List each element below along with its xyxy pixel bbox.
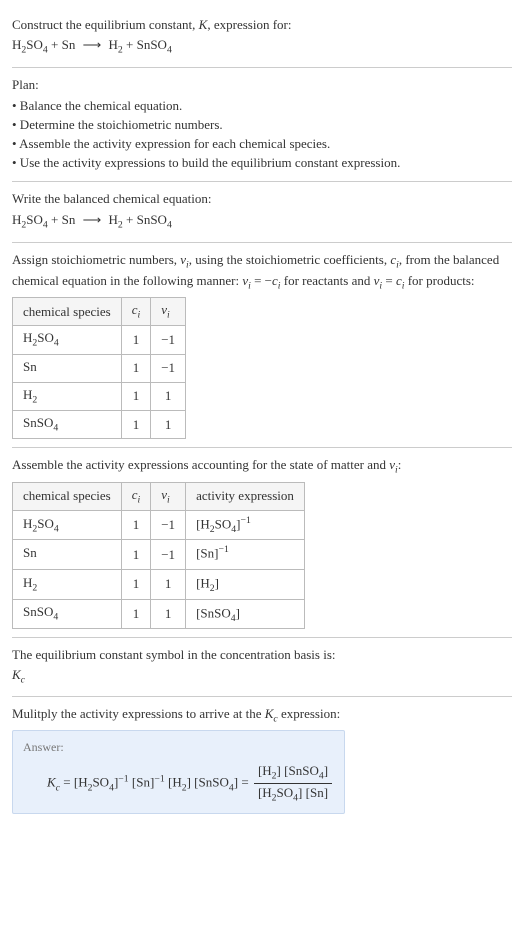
stoich-table: chemical species ci νi H2SO4 1 −1 Sn 1 −… xyxy=(12,297,186,439)
nui-cell: −1 xyxy=(151,326,186,354)
stoich-heading: Assign stoichiometric numbers, νi, using… xyxy=(12,251,512,293)
nui-cell: 1 xyxy=(151,570,186,600)
activity-cell: [H2SO4]−1 xyxy=(186,510,305,540)
nui-cell: −1 xyxy=(151,354,186,382)
reactant-1: H2SO4 xyxy=(12,212,48,227)
species-cell: H2SO4 xyxy=(13,510,122,540)
activity-cell: [H2] xyxy=(186,570,305,600)
product-2: SnSO4 xyxy=(137,37,172,52)
ci-cell: 1 xyxy=(121,599,151,629)
plus-1: + xyxy=(51,37,58,52)
balanced-equation: H2SO4 + Sn ⟶ H2 + SnSO4 xyxy=(12,211,512,232)
plan-bullet-1: • Balance the chemical equation. xyxy=(12,97,512,115)
reactant-2: Sn xyxy=(62,37,76,52)
table-row: H2SO4 1 −1 [H2SO4]−1 xyxy=(13,510,305,540)
nui-cell: 1 xyxy=(151,382,186,410)
col-ci: ci xyxy=(121,482,151,510)
ci-cell: 1 xyxy=(121,354,151,382)
prompt-section: Construct the equilibrium constant, K, e… xyxy=(12,8,512,68)
ci-cell: 1 xyxy=(121,411,151,439)
table-row: H2SO4 1 −1 xyxy=(13,326,186,354)
answer-box: Answer: Kc = [H2SO4]−1 [Sn]−1 [H2] [SnSO… xyxy=(12,730,345,814)
prompt-part-a: Construct the equilibrium constant, xyxy=(12,17,199,32)
table-header-row: chemical species ci νi xyxy=(13,298,186,326)
col-ci: ci xyxy=(121,298,151,326)
col-species: chemical species xyxy=(13,298,122,326)
reactant-2: Sn xyxy=(62,212,76,227)
col-nui: νi xyxy=(151,482,186,510)
plus-2: + xyxy=(126,37,133,52)
table-row: Sn 1 −1 xyxy=(13,354,186,382)
plus-1: + xyxy=(51,212,58,227)
stoich-section: Assign stoichiometric numbers, νi, using… xyxy=(12,243,512,449)
answer-section: Mulitply the activity expressions to arr… xyxy=(12,697,512,823)
activity-cell: [SnSO4] xyxy=(186,599,305,629)
activity-heading: Assemble the activity expressions accoun… xyxy=(12,456,512,477)
answer-label: Answer: xyxy=(23,739,334,756)
activity-section: Assemble the activity expressions accoun… xyxy=(12,448,512,638)
table-row: SnSO4 1 1 xyxy=(13,411,186,439)
species-cell: SnSO4 xyxy=(13,599,122,629)
ci-cell: 1 xyxy=(121,382,151,410)
reaction-arrow: ⟶ xyxy=(83,212,102,227)
activity-cell: [Sn]−1 xyxy=(186,540,305,570)
ci-cell: 1 xyxy=(121,540,151,570)
species-cell: Sn xyxy=(13,540,122,570)
kc-expression: Kc = [H2SO4]−1 [Sn]−1 [H2] [SnSO4] = [H2… xyxy=(23,762,334,805)
col-activity: activity expression xyxy=(186,482,305,510)
plan-bullets: • Balance the chemical equation. • Deter… xyxy=(12,97,512,173)
numerator: [H2] [SnSO4] xyxy=(254,762,332,784)
product-1: H2 xyxy=(108,37,122,52)
species-cell: H2 xyxy=(13,570,122,600)
table-header-row: chemical species ci νi activity expressi… xyxy=(13,482,305,510)
species-cell: H2 xyxy=(13,382,122,410)
table-row: H2 1 1 xyxy=(13,382,186,410)
nui-cell: 1 xyxy=(151,599,186,629)
table-row: Sn 1 −1 [Sn]−1 xyxy=(13,540,305,570)
unbalanced-equation: H2SO4 + Sn ⟶ H2 + SnSO4 xyxy=(12,36,512,57)
table-row: H2 1 1 [H2] xyxy=(13,570,305,600)
fraction: [H2] [SnSO4][H2SO4] [Sn] xyxy=(254,762,332,805)
balanced-section: Write the balanced chemical equation: H2… xyxy=(12,182,512,242)
prompt-part-b: , expression for: xyxy=(207,17,291,32)
denominator: [H2SO4] [Sn] xyxy=(254,784,332,805)
symbol-heading: The equilibrium constant symbol in the c… xyxy=(12,646,512,664)
ci-cell: 1 xyxy=(121,570,151,600)
table-row: SnSO4 1 1 [SnSO4] xyxy=(13,599,305,629)
plan-bullet-4: • Use the activity expressions to build … xyxy=(12,154,512,172)
activity-table: chemical species ci νi activity expressi… xyxy=(12,482,305,629)
nui-cell: −1 xyxy=(151,540,186,570)
ci-cell: 1 xyxy=(121,326,151,354)
nui-cell: −1 xyxy=(151,510,186,540)
kc-symbol: Kc xyxy=(12,666,512,687)
plus-2: + xyxy=(126,212,133,227)
prompt-text: Construct the equilibrium constant, K, e… xyxy=(12,16,512,34)
species-cell: SnSO4 xyxy=(13,411,122,439)
col-nui: νi xyxy=(151,298,186,326)
product-1: H2 xyxy=(108,212,122,227)
nui-cell: 1 xyxy=(151,411,186,439)
ci-cell: 1 xyxy=(121,510,151,540)
species-cell: H2SO4 xyxy=(13,326,122,354)
plan-heading: Plan: xyxy=(12,76,512,94)
symbol-section: The equilibrium constant symbol in the c… xyxy=(12,638,512,696)
plan-bullet-3: • Assemble the activity expression for e… xyxy=(12,135,512,153)
balanced-heading: Write the balanced chemical equation: xyxy=(12,190,512,208)
species-cell: Sn xyxy=(13,354,122,382)
col-species: chemical species xyxy=(13,482,122,510)
product-2: SnSO4 xyxy=(137,212,172,227)
plan-bullet-2: • Determine the stoichiometric numbers. xyxy=(12,116,512,134)
reaction-arrow: ⟶ xyxy=(83,37,102,52)
plan-section: Plan: • Balance the chemical equation. •… xyxy=(12,68,512,182)
reactant-1: H2SO4 xyxy=(12,37,48,52)
answer-heading: Mulitply the activity expressions to arr… xyxy=(12,705,512,726)
